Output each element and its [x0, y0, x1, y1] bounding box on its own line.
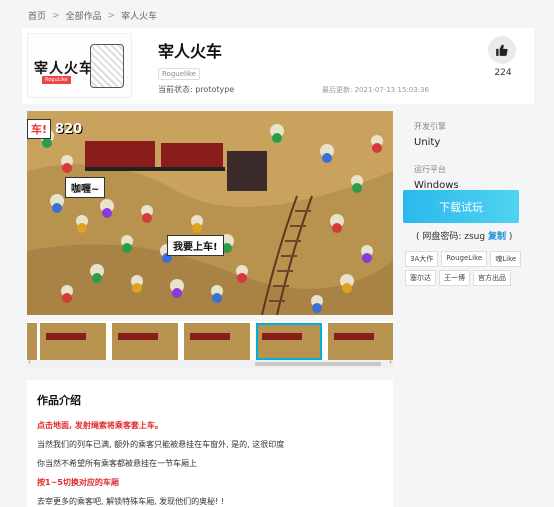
train-illustration	[90, 44, 124, 88]
tag-list: 3A大作 RougeLike 魂Like 塞尔达 王一博 官方出品	[405, 251, 525, 286]
intro-line: 点击地面, 发射绳索将乘客套上车。	[37, 421, 163, 430]
thumbs-up-icon	[496, 44, 508, 56]
copy-button[interactable]: 复制	[488, 232, 506, 242]
speech-bubble: 我要上车!	[167, 235, 224, 256]
chevron-right-icon: >	[107, 10, 116, 21]
game-logo: 宰人火车 RoguLike	[27, 33, 132, 98]
main-screenshot[interactable]: 车! 820 咖喱~ 我要上车!	[27, 111, 393, 315]
updated-text: 最后更新: 2021-07-13 15:03:36	[322, 86, 429, 94]
genre-tag[interactable]: Roguelike	[158, 68, 201, 80]
engine-label: 开发引擎	[414, 122, 446, 131]
breadcrumb-current: 宰人火车	[121, 12, 158, 22]
intro-title: 作品介绍	[37, 394, 81, 407]
speech-bubble: 咖喱~	[65, 177, 106, 198]
thumbnail[interactable]	[40, 323, 106, 360]
intro-line: 当然我们的列车已满, 额外的乘客只能被悬挂在车窗外, 是的, 这很印度	[37, 440, 285, 449]
thumbnail-selected[interactable]	[256, 323, 322, 360]
logo-title: 宰人火车	[34, 61, 94, 77]
scroll-left-icon[interactable]: ‹	[28, 358, 31, 366]
score-label: 车!	[27, 119, 52, 139]
breadcrumb-all-works[interactable]: 全部作品	[66, 9, 102, 22]
game-header: 宰人火车 RoguLike 宰人火车 Roguelike 当前状态: proto…	[22, 28, 534, 104]
thumbnail-strip	[27, 321, 393, 363]
thumbnail[interactable]	[112, 323, 178, 360]
thumbnail-scrollbar[interactable]: ‹ ›	[27, 358, 393, 368]
password-text: ( 网盘密码: zsug	[416, 232, 486, 242]
intro-line: 去宰更多的乘客吧, 解锁特殊车厢, 发现他们的奥秘! !	[37, 497, 225, 506]
thumbnail[interactable]	[328, 323, 393, 360]
tag-item[interactable]: 3A大作	[405, 251, 439, 267]
scroll-right-icon[interactable]: ›	[389, 358, 392, 366]
engine-value: Unity	[414, 137, 441, 148]
intro-section: 作品介绍 点击地面, 发射绳索将乘客套上车。 当然我们的列车已满, 额外的乘客只…	[27, 380, 393, 507]
chevron-right-icon: >	[52, 10, 60, 21]
intro-line: 按1~5切换对应的车厢	[37, 478, 119, 487]
breadcrumb: 首页 > 全部作品 > 宰人火车	[28, 9, 158, 23]
scrollbar-thumb[interactable]	[255, 362, 381, 366]
tag-item[interactable]: 塞尔达	[405, 270, 436, 286]
score-display: 车! 820	[27, 119, 82, 139]
password-line: ( 网盘密码: zsug 复制 )	[416, 229, 512, 242]
intro-line: 你当然不希望所有乘客都被悬挂在一节车厢上	[37, 459, 197, 468]
password-close: )	[508, 232, 513, 242]
like-button[interactable]	[488, 36, 516, 64]
tag-item[interactable]: 官方出品	[473, 270, 511, 286]
tag-item[interactable]: 王一博	[439, 270, 470, 286]
thumbnail[interactable]	[27, 323, 37, 360]
game-scene	[27, 111, 393, 315]
thumbnail[interactable]	[184, 323, 250, 360]
like-count: 224	[494, 68, 512, 78]
tag-item[interactable]: 魂Like	[490, 251, 522, 267]
page-title: 宰人火车	[158, 42, 223, 61]
logo-subtitle: RoguLike	[42, 76, 71, 84]
status-text: 当前状态: prototype	[158, 85, 235, 94]
breadcrumb-home[interactable]: 首页	[28, 9, 46, 22]
score-value: 820	[55, 121, 83, 137]
download-button[interactable]: 下载试玩	[403, 190, 519, 223]
info-sidebar: 开发引擎 Unity 运行平台 Windows 下载试玩 ( 网盘密码: zsu…	[400, 111, 530, 286]
platform-label: 运行平台	[414, 165, 446, 174]
tag-item[interactable]: RougeLike	[441, 251, 488, 267]
